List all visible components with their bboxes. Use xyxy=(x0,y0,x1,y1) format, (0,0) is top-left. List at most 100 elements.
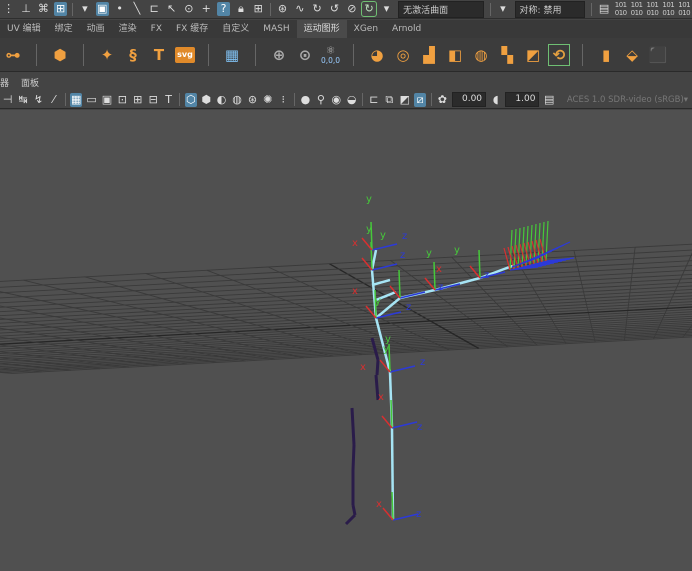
select-by-object-icon[interactable]: ▣ xyxy=(95,2,109,16)
text-tool-icon[interactable]: T xyxy=(149,45,169,65)
selection-mask-dropdown[interactable]: 无激活曲面 xyxy=(398,0,485,18)
tab-xgen[interactable]: XGen xyxy=(347,20,385,38)
render-current-icon[interactable]: 101 010 xyxy=(631,1,643,17)
tab-mash[interactable]: MASH xyxy=(256,20,296,38)
tab-fx-cache[interactable]: FX 缓存 xyxy=(169,20,215,38)
color-space-dropdown[interactable]: ACES 1.0 SDR-video (sRGB) ▾ xyxy=(563,95,692,105)
motion-blur-icon[interactable]: ⧉ xyxy=(384,93,395,107)
select-dynamics-icon[interactable]: ⊙ xyxy=(182,2,195,16)
transform-reset-icon[interactable]: ⊙ xyxy=(295,45,315,65)
renderer-menu[interactable]: 器 xyxy=(0,76,15,89)
select-deformer-icon[interactable]: ↖ xyxy=(165,2,178,16)
ipr-render-icon[interactable]: 101 010 xyxy=(646,1,658,17)
safe-action-icon[interactable]: ⊟ xyxy=(147,93,158,107)
anti-alias-icon[interactable]: ◩ xyxy=(399,93,410,107)
camera-attributes-icon[interactable]: ↹ xyxy=(17,93,28,107)
mash-merge-icon[interactable]: ◩ xyxy=(523,45,543,65)
grid-layout-icon[interactable]: ▦ xyxy=(222,45,242,65)
hierarchy-icon[interactable]: ⊥ xyxy=(19,2,32,16)
pivot-icon[interactable]: ⊕ xyxy=(269,45,289,65)
gate-mask-icon[interactable]: ⊡ xyxy=(117,93,128,107)
hypershade-icon[interactable]: 101 010 xyxy=(662,1,674,17)
field-chart-icon[interactable]: ⊞ xyxy=(132,93,143,107)
symmetry-dropdown[interactable]: 对称: 禁用 xyxy=(514,0,586,18)
polygon-sphere-icon[interactable]: ⬢ xyxy=(50,45,70,65)
panels-menu[interactable]: 面板 xyxy=(15,76,45,89)
tab-custom[interactable]: 自定义 xyxy=(215,20,256,38)
viewport-canvas[interactable]: zzzzzzzzyyyyyyyyxxxxxx xyxy=(0,110,692,571)
isolate-select-icon[interactable]: ⊏ xyxy=(368,93,379,107)
tab-animation[interactable]: 动画 xyxy=(80,20,112,38)
image-plane-icon[interactable]: ⁄ xyxy=(48,93,59,107)
grid-toggle-icon[interactable]: ▦ xyxy=(70,92,82,107)
svg-tool-icon[interactable]: svg xyxy=(175,46,195,63)
render-settings-icon[interactable]: 101 010 xyxy=(615,1,627,17)
arnold-render-icon[interactable]: 101 010 xyxy=(678,1,690,17)
shadows-icon[interactable]: ⁝ xyxy=(278,93,289,107)
object-mode-icon[interactable]: ⌘ xyxy=(37,2,50,16)
tab-fx[interactable]: FX xyxy=(144,20,169,38)
select-rendering-icon[interactable]: + xyxy=(200,2,213,16)
zero-transform-button[interactable]: ⚛ 0,0,0 xyxy=(321,45,340,65)
lock-icon[interactable]: 🔒︎ xyxy=(234,2,247,16)
dropdown-arrow-icon[interactable]: ▾ xyxy=(380,2,393,16)
safe-title-icon[interactable]: T xyxy=(163,93,174,107)
snap-surface-icon[interactable]: ⊘ xyxy=(345,2,358,16)
gamma-icon[interactable]: ◖ xyxy=(490,93,501,107)
depth-of-field-icon[interactable]: ⧄ xyxy=(414,92,426,107)
mash-instancer-icon[interactable]: ⟲ xyxy=(548,43,571,66)
bookmarks-icon[interactable]: ↯ xyxy=(33,93,44,107)
mash-grid-icon[interactable]: ▚ xyxy=(497,45,517,65)
xray-icon[interactable]: ● xyxy=(300,93,311,107)
tab-uv-edit[interactable]: UV 编辑 xyxy=(0,20,48,38)
snap-view-icon[interactable]: ↺ xyxy=(328,2,341,16)
select-surface-icon[interactable]: ⊏ xyxy=(148,2,161,16)
viewport-3d[interactable]: zzzzzzzzyyyyyyyyxxxxxx xyxy=(0,110,692,571)
x-axis-label: x xyxy=(376,499,382,510)
exposure-field[interactable]: 0.00 xyxy=(452,92,487,107)
select-by-handle-icon[interactable]: ▾ xyxy=(78,2,91,16)
mash-cube-icon[interactable]: ⬙ xyxy=(622,45,642,65)
sweep-icon[interactable]: § xyxy=(123,45,143,65)
select-misc-icon[interactable]: ? xyxy=(216,2,231,16)
component-mode-icon[interactable]: ⊞ xyxy=(53,2,68,16)
snap-live-icon[interactable]: ↻ xyxy=(361,1,377,17)
select-curve-icon[interactable]: ╲ xyxy=(130,2,143,16)
mash-distribute-icon[interactable]: ▟ xyxy=(419,45,439,65)
ambient-occlusion-icon[interactable]: ◒ xyxy=(346,93,357,107)
mash-box-icon[interactable]: ▮ xyxy=(596,45,616,65)
mash-repro-icon[interactable]: ◎ xyxy=(393,45,413,65)
exposure-icon[interactable]: ✿ xyxy=(437,93,448,107)
menu-set-handle-icon[interactable]: ⋮ xyxy=(2,2,15,16)
smooth-shade-icon[interactable]: ⬢ xyxy=(201,93,212,107)
snap-point-icon[interactable]: ↻ xyxy=(310,2,323,16)
snap-grid-icon[interactable]: ⊛ xyxy=(276,2,289,16)
gamma-field[interactable]: 1.00 xyxy=(505,92,540,107)
tab-arnold[interactable]: Arnold xyxy=(385,20,428,38)
flat-shade-icon[interactable]: ◐ xyxy=(216,93,227,107)
select-point-icon[interactable]: • xyxy=(113,2,126,16)
film-gate-icon[interactable]: ▭ xyxy=(86,93,97,107)
tab-rigging[interactable]: 绑定 xyxy=(48,20,80,38)
mash-dynamics-icon[interactable]: ◍ xyxy=(471,45,491,65)
tab-motion-graphics[interactable]: 运动图形 xyxy=(296,20,347,38)
xray-components-icon[interactable]: ◉ xyxy=(331,93,342,107)
textured-icon[interactable]: ⊛ xyxy=(247,93,258,107)
render-view-icon[interactable]: ▤ xyxy=(597,2,610,16)
mash-blend-icon[interactable]: ◧ xyxy=(445,45,465,65)
select-camera-icon[interactable]: ⊣ xyxy=(2,93,13,107)
wireframe-icon[interactable]: ⬡ xyxy=(185,92,197,107)
motion-trail-icon[interactable]: ⊶ xyxy=(3,45,23,65)
resolution-gate-icon[interactable]: ▣ xyxy=(101,93,112,107)
tab-rendering[interactable]: 渲染 xyxy=(112,20,144,38)
color-management-icon[interactable]: ▤ xyxy=(543,93,554,107)
mash-network-icon[interactable]: ◕ xyxy=(367,45,387,65)
snap-curve-icon[interactable]: ∿ xyxy=(293,2,306,16)
xray-joints-icon[interactable]: ⚲ xyxy=(315,93,326,107)
snap-toggle-icon[interactable]: ⊞ xyxy=(252,2,265,16)
mash-multi-cube-icon[interactable]: ⬛ xyxy=(648,45,668,65)
all-lights-icon[interactable]: ✺ xyxy=(262,93,273,107)
wireframe-on-shaded-icon[interactable]: ◍ xyxy=(231,93,242,107)
sparkle-icon[interactable]: ✦ xyxy=(97,45,117,65)
symmetry-arrow-icon[interactable]: ▾ xyxy=(496,2,509,16)
